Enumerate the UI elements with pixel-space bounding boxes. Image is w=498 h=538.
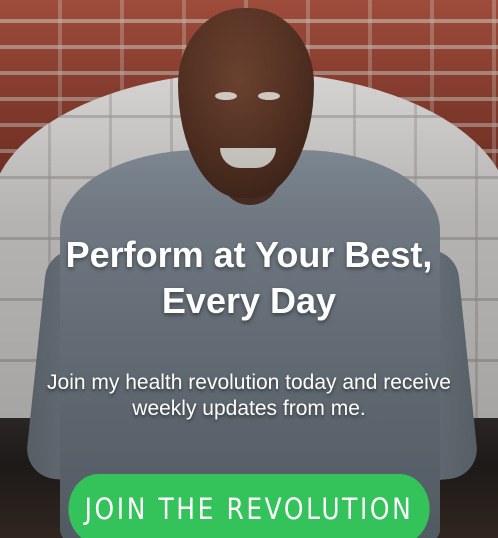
hero-headline: Perform at Your Best, Every Day: [65, 234, 433, 321]
join-revolution-button[interactable]: JOIN THE REVOLUTION: [68, 474, 430, 538]
hero-banner: Perform at Your Best, Every Day Join my …: [0, 0, 498, 538]
hero-subtext: Join my health revolution today and rece…: [47, 371, 451, 420]
